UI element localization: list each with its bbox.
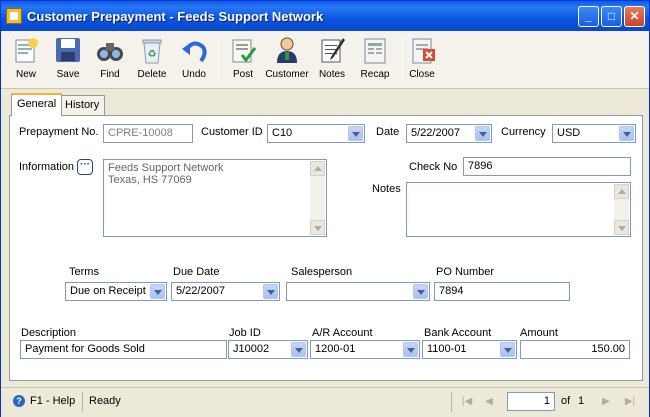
page-of-label: of [561, 395, 571, 407]
amount-field[interactable]: 150.00 [520, 340, 630, 359]
currency-label: Currency [501, 126, 546, 138]
check-no-label: Check No [409, 161, 458, 173]
scroll-up-icon[interactable] [614, 184, 629, 199]
scroll-down-icon[interactable] [310, 220, 325, 235]
chevron-down-icon[interactable] [500, 342, 515, 357]
recycle-bin-icon: ♻ [137, 35, 167, 65]
date-picker[interactable]: 5/22/2007 [406, 124, 492, 143]
last-page-icon[interactable]: ▶| [622, 394, 638, 410]
chevron-down-icon[interactable] [263, 284, 278, 299]
chevron-down-icon[interactable] [475, 126, 490, 141]
next-page-icon[interactable]: ▶ [598, 394, 614, 410]
terms-combo[interactable]: Due on Receipt [65, 282, 167, 301]
status-bar: ? F1 - Help Ready |◀ ◀ 1 of 1 ▶ ▶| [1, 387, 649, 417]
close-window-button[interactable]: ✕ [624, 6, 645, 27]
ar-account-combo[interactable]: 1200-01 [310, 340, 420, 359]
scroll-up-icon[interactable] [310, 161, 325, 176]
amount-label: Amount [520, 327, 558, 339]
maximize-button[interactable]: □ [601, 6, 622, 27]
job-id-combo[interactable]: J10002 [228, 340, 308, 359]
minimize-button[interactable]: _ [578, 6, 599, 27]
close-button[interactable]: Close [400, 33, 444, 87]
customer-person-icon [272, 35, 302, 65]
po-number-field[interactable]: 7894 [434, 282, 570, 301]
customer-button[interactable]: Customer [265, 33, 309, 87]
date-label: Date [376, 126, 400, 138]
close-door-icon [407, 35, 437, 65]
salesperson-label: Salesperson [291, 266, 353, 278]
description-label: Description [21, 327, 77, 339]
information-scrollbar[interactable] [310, 161, 325, 235]
chevron-down-icon[interactable] [150, 284, 165, 299]
new-button[interactable]: New [4, 33, 48, 87]
tab-general[interactable]: General [11, 93, 63, 116]
first-page-icon[interactable]: |◀ [459, 394, 475, 410]
currency-combo[interactable]: USD [552, 124, 636, 143]
help-icon[interactable]: ? [13, 395, 25, 407]
page-number-input[interactable]: 1 [507, 392, 555, 411]
window-title: Customer Prepayment - Feeds Support Netw… [27, 9, 324, 24]
prepayment-no-field[interactable]: CPRE-10008 [103, 124, 193, 143]
chevron-down-icon[interactable] [413, 284, 428, 299]
bank-account-label: Bank Account [424, 327, 492, 339]
page-total: 1 [578, 395, 585, 407]
information-textarea[interactable]: Feeds Support Network Texas, HS 77069 [103, 159, 327, 237]
post-ledger-icon [228, 35, 258, 65]
more-info-button[interactable]: ··· [77, 159, 93, 175]
customer-prepayment-window: Customer Prepayment - Feeds Support Netw… [0, 0, 650, 417]
undo-arrow-icon [179, 35, 209, 65]
help-shortcut-text[interactable]: F1 - Help [30, 395, 75, 407]
description-field[interactable]: Payment for Goods Sold [20, 340, 227, 359]
notes-textarea[interactable] [406, 182, 631, 237]
chevron-down-icon[interactable] [291, 342, 306, 357]
check-no-field[interactable]: 7896 [463, 157, 631, 176]
previous-page-icon[interactable]: ◀ [481, 394, 497, 410]
floppy-disk-icon [53, 35, 83, 65]
status-text: Ready [89, 395, 121, 407]
po-number-label: PO Number [436, 266, 495, 278]
notes-label: Notes [372, 183, 401, 195]
chevron-down-icon[interactable] [403, 342, 418, 357]
svg-text:♻: ♻ [148, 49, 157, 60]
tab-history[interactable]: History [59, 95, 106, 115]
find-button[interactable]: Find [88, 33, 132, 87]
recap-button[interactable]: Recap [353, 33, 397, 87]
prepayment-no-label: Prepayment No. [19, 126, 99, 138]
status-divider [451, 392, 452, 412]
recap-report-icon [360, 35, 390, 65]
ar-account-label: A/R Account [312, 327, 373, 339]
toolbar-separator [218, 37, 219, 83]
notes-button[interactable]: Notes [310, 33, 354, 87]
title-bar: Customer Prepayment - Feeds Support Netw… [1, 1, 649, 31]
due-date-picker[interactable]: 5/22/2007 [171, 282, 280, 301]
chevron-down-icon[interactable] [619, 126, 634, 141]
chevron-down-icon[interactable] [348, 126, 363, 141]
delete-button[interactable]: ♻ Delete [130, 33, 174, 87]
information-label: Information [19, 161, 75, 173]
terms-label: Terms [69, 266, 99, 278]
salesperson-combo[interactable] [286, 282, 430, 301]
bank-account-combo[interactable]: 1100-01 [422, 340, 517, 359]
binoculars-icon [95, 35, 125, 65]
job-id-label: Job ID [229, 327, 261, 339]
undo-button[interactable]: Undo [172, 33, 216, 87]
status-divider [82, 392, 83, 412]
save-button[interactable]: Save [46, 33, 90, 87]
due-date-label: Due Date [173, 266, 220, 278]
post-button[interactable]: Post [221, 33, 265, 87]
customer-id-combo[interactable]: C10 [267, 124, 365, 143]
notes-scrollbar[interactable] [614, 184, 629, 235]
customer-id-label: Customer ID [201, 126, 263, 138]
app-icon [6, 8, 22, 24]
toolbar: New Save Find ♻ Delete Undo Post Custome… [1, 31, 649, 89]
new-document-icon [11, 35, 41, 65]
scroll-down-icon[interactable] [614, 220, 629, 235]
notepad-pen-icon [317, 35, 347, 65]
